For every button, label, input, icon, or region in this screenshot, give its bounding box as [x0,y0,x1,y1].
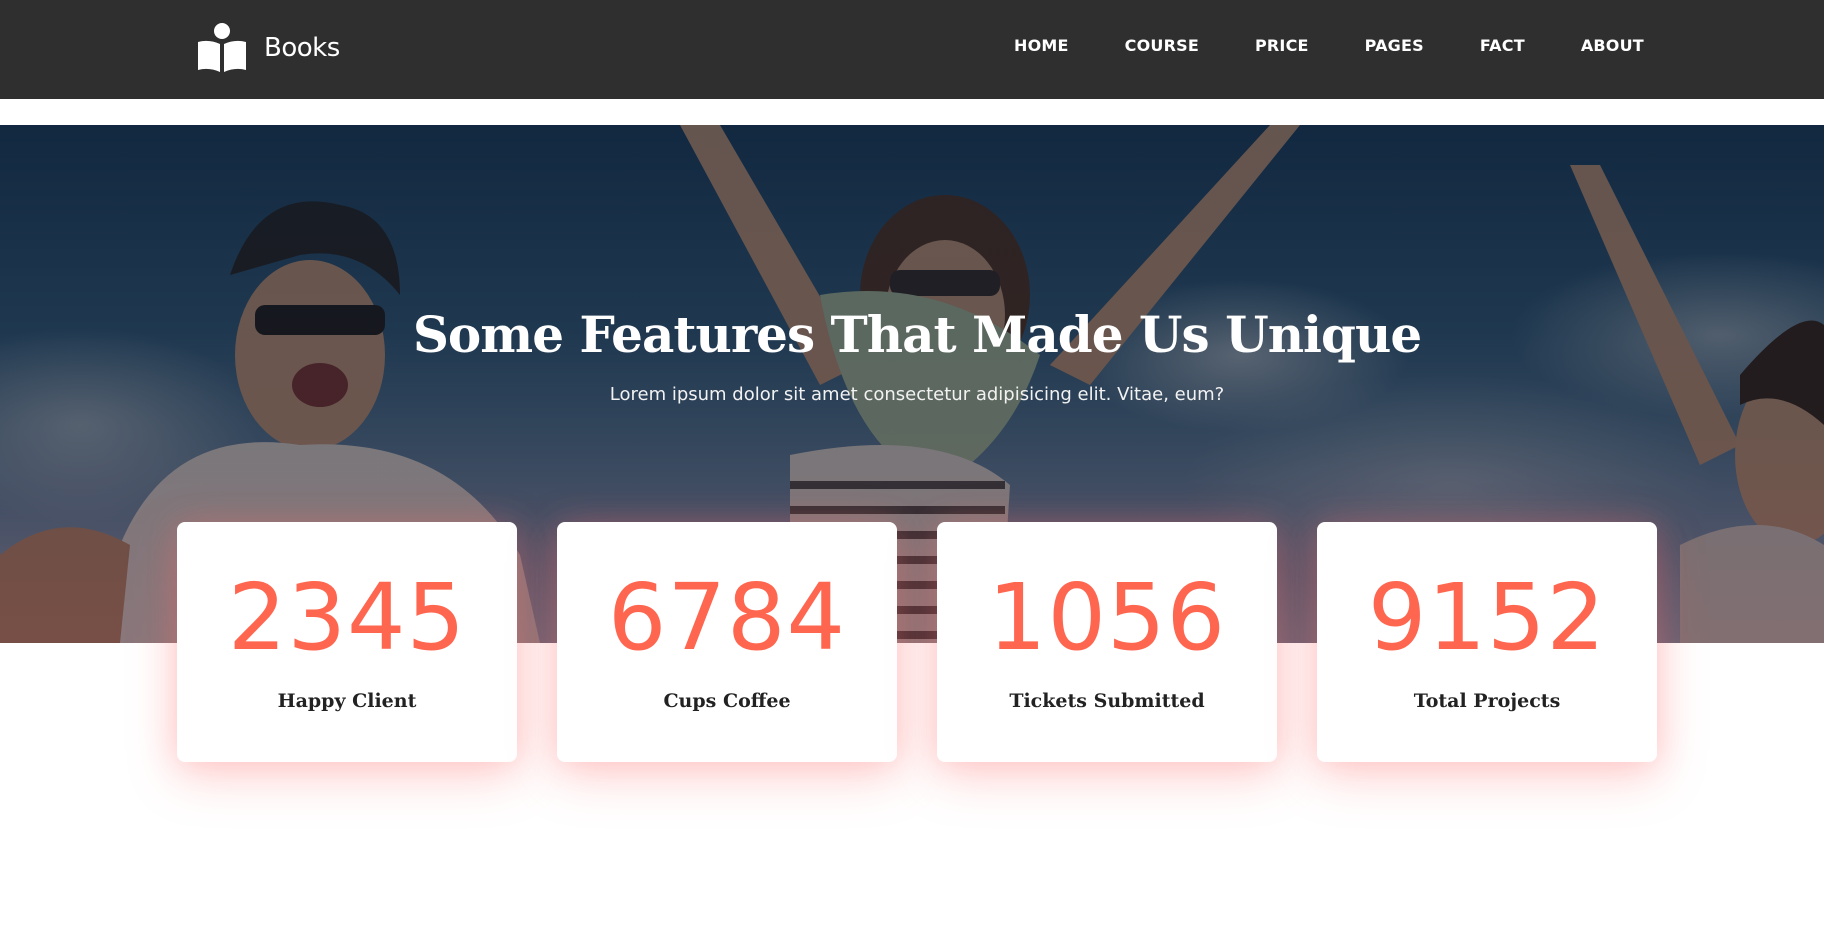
nav-link-fact[interactable]: FACT [1480,36,1525,55]
hero-title: Some Features That Made Us Unique [412,305,1422,364]
stat-label: Total Projects [1413,690,1561,712]
stat-label: Tickets Submitted [1009,690,1205,712]
navbar: Books HOME COURSE PRICE PAGES FACT ABOUT [0,0,1824,99]
stat-label: Cups Coffee [663,690,791,712]
nav-link-price[interactable]: PRICE [1255,36,1309,55]
stat-number: 6784 [607,564,847,671]
stat-number: 2345 [227,564,467,671]
stat-number: 1056 [987,564,1227,671]
hero-subtitle: Lorem ipsum dolor sit amet consectetur a… [609,384,1225,405]
main-nav: HOME COURSE PRICE PAGES FACT ABOUT [1014,36,1644,56]
stat-card-tickets-submitted: 1056 Tickets Submitted [937,522,1277,762]
brand-name: Books [264,33,340,63]
stat-card-cups-coffee: 6784 Cups Coffee [557,522,897,762]
stats-section: 2345 Happy Client 6784 Cups Coffee 1056 … [0,522,1824,762]
brand-logo[interactable]: Books [196,20,340,76]
nav-link-home[interactable]: HOME [1014,36,1069,55]
stat-card-total-projects: 9152 Total Projects [1317,522,1657,762]
book-reader-icon [198,23,246,72]
stat-label: Happy Client [277,690,417,712]
nav-link-about[interactable]: ABOUT [1581,36,1644,55]
stat-number: 9152 [1367,564,1607,671]
nav-link-pages[interactable]: PAGES [1365,36,1424,55]
stat-card-happy-client: 2345 Happy Client [177,522,517,762]
nav-link-course[interactable]: COURSE [1125,36,1199,55]
